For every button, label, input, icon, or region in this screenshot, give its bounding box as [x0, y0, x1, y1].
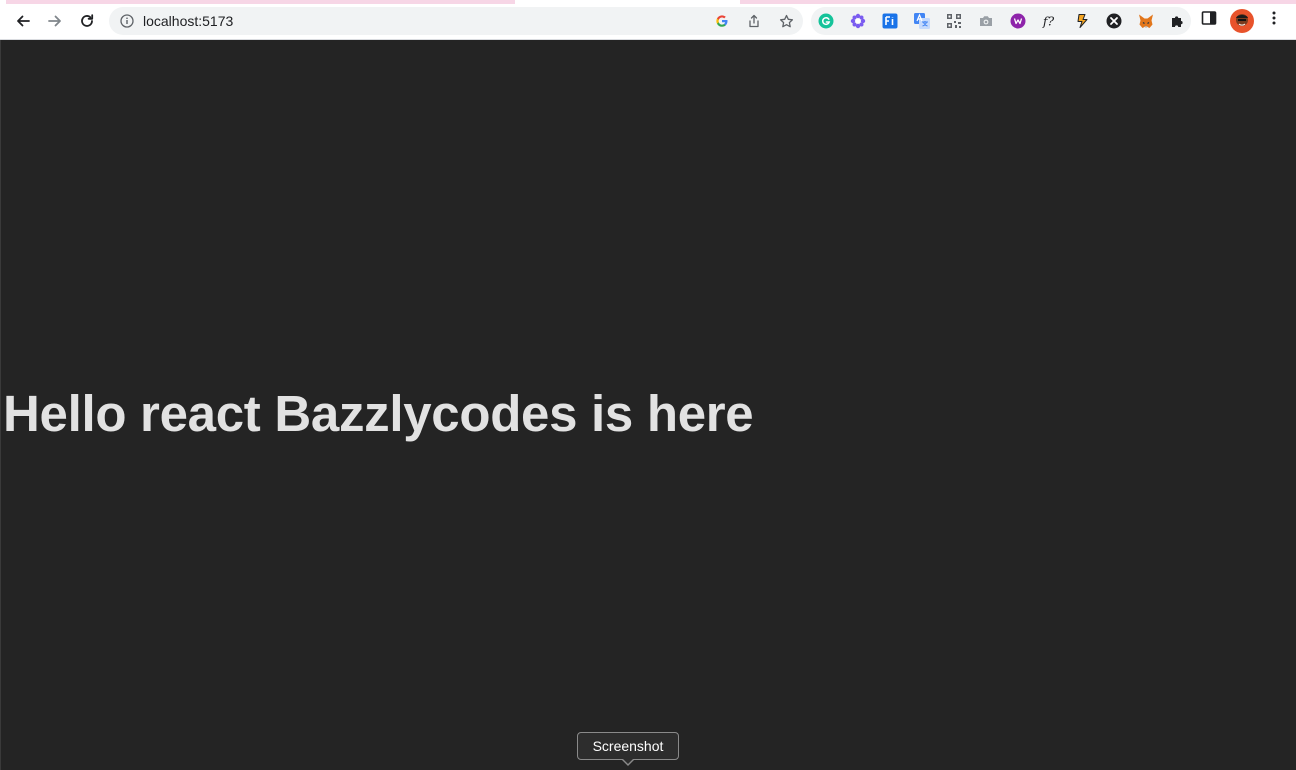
reload-button[interactable]: [73, 7, 101, 35]
forward-button[interactable]: [41, 7, 69, 35]
side-panel-icon[interactable]: [1201, 10, 1217, 26]
sui-wallet-icon[interactable]: [1074, 13, 1090, 29]
camera-screenshot-icon[interactable]: [978, 13, 994, 29]
purple-w-extension-icon[interactable]: [1010, 13, 1026, 29]
share-icon[interactable]: [746, 13, 762, 29]
metamask-fox-icon[interactable]: [1138, 13, 1154, 29]
google-translate-icon[interactable]: [914, 13, 930, 29]
grammarly-icon[interactable]: [818, 13, 834, 29]
puzzle-piece-icon[interactable]: [1170, 13, 1186, 29]
profile-avatar[interactable]: [1230, 9, 1254, 33]
tooltip-arrow-inner: [622, 758, 634, 764]
arrow-left-icon: [17, 15, 30, 27]
browser-menu-icon[interactable]: [1266, 10, 1282, 26]
f-question-extension-icon[interactable]: f?: [1042, 13, 1058, 29]
fi-extension-icon[interactable]: [882, 13, 898, 29]
url-text[interactable]: localhost:5173: [143, 7, 233, 35]
reload-icon: [81, 14, 94, 27]
address-bar[interactable]: localhost:5173: [109, 7, 803, 35]
page-viewport: Hello react Bazzlycodes is here: [0, 40, 1296, 770]
flower-extension-icon[interactable]: [850, 13, 866, 29]
avatar-icon: [1230, 9, 1254, 33]
site-info-icon[interactable]: [119, 13, 135, 29]
google-lens-icon[interactable]: [714, 13, 730, 29]
arrow-right-icon: [48, 15, 61, 27]
bookmark-star-icon[interactable]: [778, 13, 794, 29]
browser-toolbar: localhost:5173 f?: [0, 4, 1296, 40]
back-button[interactable]: [9, 7, 37, 35]
extensions-bar: f?: [811, 7, 1191, 35]
x-circle-extension-icon[interactable]: [1106, 13, 1122, 29]
qr-code-icon[interactable]: [946, 13, 962, 29]
svg-text:f?: f?: [1042, 13, 1054, 28]
screenshot-tooltip: Screenshot: [577, 732, 679, 760]
page-heading: Hello react Bazzlycodes is here: [3, 385, 754, 442]
